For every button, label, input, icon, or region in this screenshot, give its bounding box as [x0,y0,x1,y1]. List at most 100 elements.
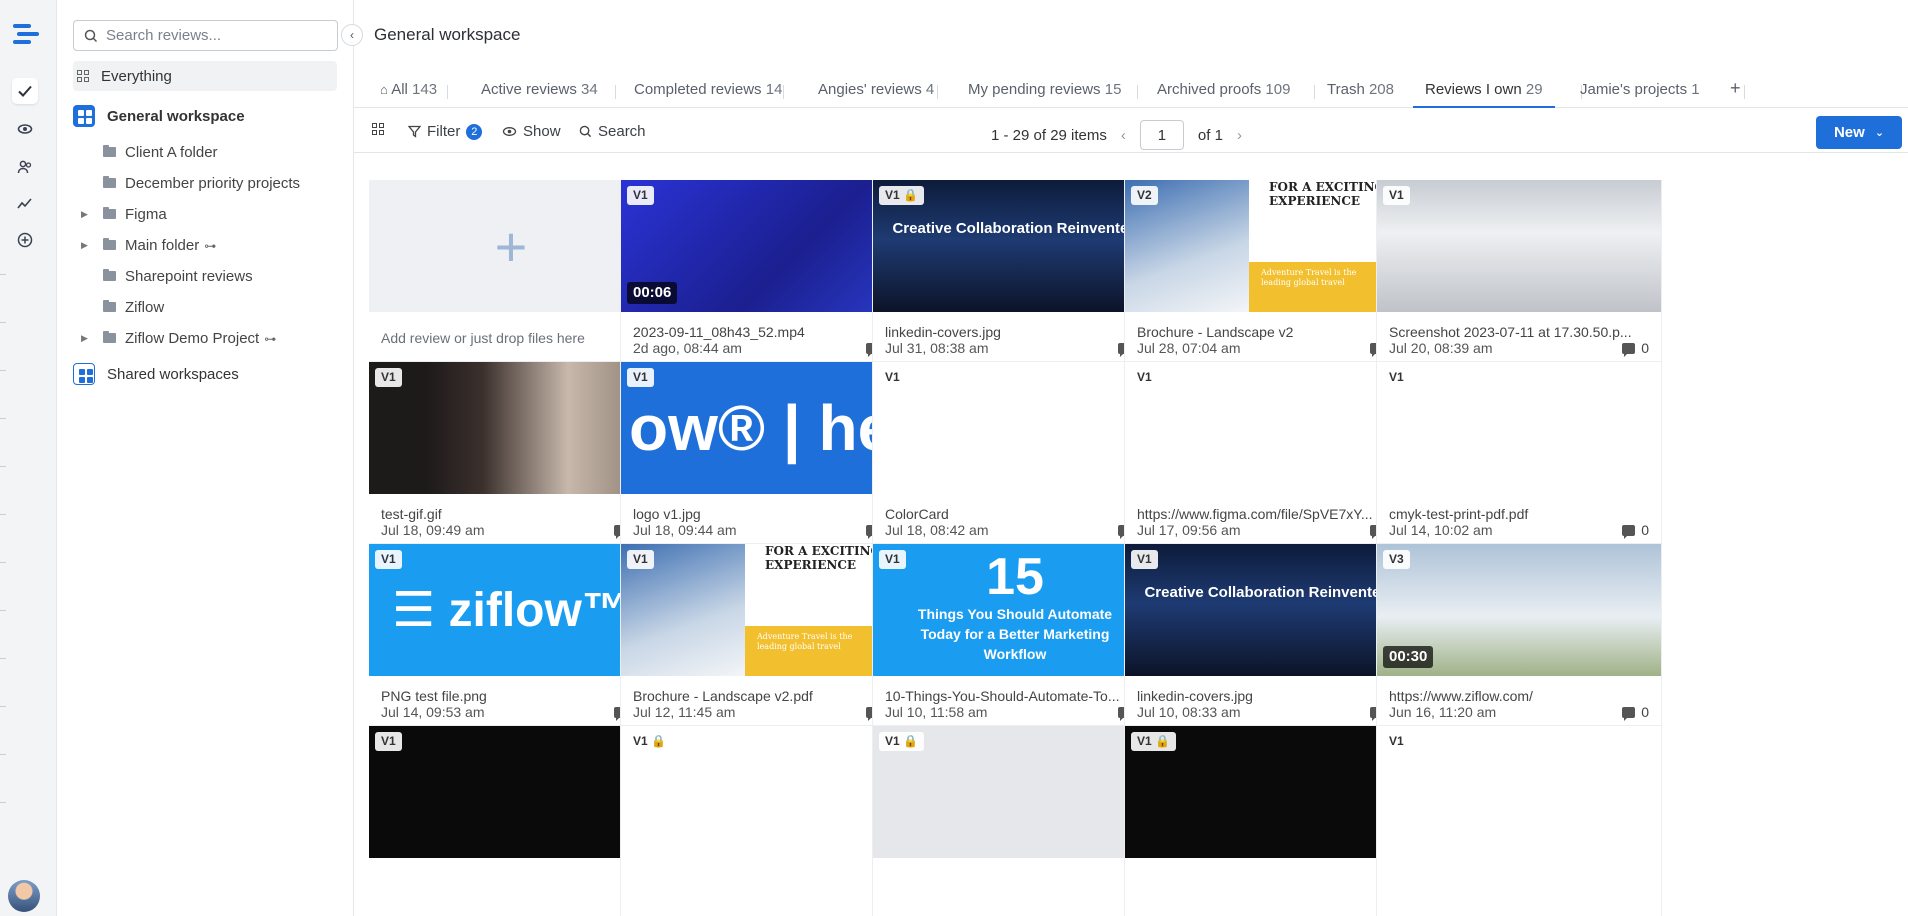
expand-caret-icon[interactable]: ▶ [81,333,88,344]
add-review-card[interactable]: + Add review or just drop files here [369,180,653,378]
folder-item[interactable]: Client A folder [57,140,354,164]
review-thumbnail[interactable]: FOR A EXCITING EXPERIENCE Adventure Trave… [621,544,905,676]
page-number-input[interactable] [1139,120,1184,150]
review-name[interactable]: linkedin-covers.jpg [885,324,1147,340]
review-thumbnail[interactable]: V1 [1377,362,1661,494]
review-thumbnail[interactable]: 15 Things You Should Automate Today for a… [873,544,1157,676]
review-thumbnail[interactable]: V1 [1377,180,1661,312]
tab-completed-reviews[interactable]: Completed reviews 14 [634,81,782,108]
review-name[interactable]: ColorCard [885,506,1147,522]
prev-page-icon[interactable]: ‹ [1121,127,1126,144]
workspace-icon [73,105,95,127]
expand-caret-icon[interactable]: ▶ [81,209,88,220]
review-thumbnail[interactable]: V1 [369,726,653,858]
next-page-icon[interactable]: › [1237,127,1242,144]
review-name[interactable]: 2023-09-11_08h43_52.mp4 [633,324,895,340]
review-thumbnail[interactable]: ☰ ziflow™ V1 [369,544,653,676]
review-name[interactable]: logo v1.jpg [633,506,895,522]
review-name[interactable]: PNG test file.png [381,688,643,704]
ziflow-logo-icon[interactable] [13,22,39,48]
tab-archived-proofs[interactable]: Archived proofs 109 [1157,81,1290,108]
review-name[interactable]: https://www.ziflow.com/ [1389,688,1651,704]
review-name[interactable]: linkedin-covers.jpg [1137,688,1399,704]
review-thumbnail[interactable]: Creative Collaboration Reinvented V1 [1125,544,1409,676]
reviews-check-icon[interactable] [12,78,38,104]
comment-count[interactable]: 0 [1622,522,1649,539]
review-name[interactable]: Screenshot 2023-07-11 at 17.30.50.p... [1389,324,1651,340]
review-card[interactable]: 15 Things You Should Automate Today for a… [873,544,1157,742]
review-thumbnail[interactable]: FOR A EXCITING EXPERIENCE Adventure Trave… [1125,180,1409,312]
new-button[interactable]: New ⌄ [1816,116,1902,149]
review-card[interactable]: V1 00:06 2023-09-11_08h43_52.mp4 2d ago, 08… [621,180,905,378]
eye-review-icon[interactable] [12,116,38,142]
review-thumbnail[interactable]: V1 🔒 [1125,726,1409,858]
people-icon[interactable] [12,154,38,180]
folder-item[interactable]: ▶ Main folder ⊶ [57,233,354,257]
review-card[interactable]: V1 [1377,726,1661,916]
review-card[interactable]: V1 🔒 [873,726,1157,916]
review-thumbnail[interactable]: Creative Collaboration Reinvented V1 🔒 [873,180,1157,312]
tab-angies-reviews[interactable]: Angies' reviews 4 [818,81,934,108]
review-thumbnail[interactable]: V1 00:06 [621,180,905,312]
review-card[interactable]: FOR A EXCITING EXPERIENCE Adventure Trave… [621,544,905,742]
review-card[interactable]: V1 Screenshot 2023-07-11 at 17.30.50.p...… [1377,180,1661,378]
review-card[interactable]: V3 00:30 https://www.ziflow.com/Jun 16, 11… [1377,544,1661,742]
folder-item[interactable]: December priority projects [57,171,354,195]
folder-item[interactable]: Sharepoint reviews [57,264,354,288]
tab-active-reviews[interactable]: Active reviews 34 [481,81,598,108]
folder-item[interactable]: Ziflow [57,295,354,319]
review-name[interactable]: cmyk-test-print-pdf.pdf [1389,506,1651,522]
tab-trash[interactable]: Trash 208 [1327,81,1394,108]
review-card[interactable]: V1 🔒 [621,726,905,916]
review-thumbnail[interactable]: V1 🔒 [621,726,905,858]
review-card[interactable]: V1 https://www.figma.com/file/SpVE7xY... J… [1125,362,1409,560]
sidebar-item-general-workspace[interactable]: General workspace [73,101,337,131]
rail-divider [0,514,6,515]
collapse-sidebar-button[interactable]: ‹ [341,24,363,46]
toolbar-search-button[interactable]: Search [579,123,646,140]
analytics-icon[interactable] [12,190,38,216]
sidebar-item-shared-workspaces[interactable]: Shared workspaces [73,359,337,389]
folder-item[interactable]: ▶ Ziflow Demo Project ⊶ [57,326,354,350]
tab-reviews-i-own[interactable]: Reviews I own 29 [1413,81,1555,108]
review-name[interactable]: Brochure - Landscape v2.pdf [633,688,895,704]
review-thumbnail[interactable]: V1 [1125,362,1409,494]
comment-count[interactable]: 0 [1622,704,1649,721]
review-name[interactable]: Brochure - Landscape v2 [1137,324,1399,340]
sidebar-item-everything[interactable]: Everything [73,61,337,91]
show-button[interactable]: Show [502,123,561,140]
filter-button[interactable]: Filter 2 [408,123,483,140]
review-thumbnail[interactable]: ow® | hel V1 [621,362,905,494]
tab-my-pending-reviews[interactable]: My pending reviews 15 [968,81,1121,108]
review-card[interactable]: V1 cmyk-test-print-pdf.pdf Jul 14, 10:02 a… [1377,362,1661,560]
add-circle-icon[interactable] [12,227,38,253]
user-avatar[interactable] [8,880,40,912]
review-card[interactable]: V1 🔒 [1125,726,1409,916]
sidebar-search[interactable] [73,20,338,51]
tab-all[interactable]: ⌂ All 143 [380,81,437,108]
tab-count: 4 [925,81,935,98]
review-card[interactable]: FOR A EXCITING EXPERIENCE Adventure Trave… [1125,180,1409,378]
review-name[interactable]: 10-Things-You-Should-Automate-To... [885,688,1147,704]
review-card[interactable]: ow® | helV1logo v1.jpgJul 18, 09:44 am0 [621,362,905,560]
review-thumbnail[interactable]: V1 [369,362,653,494]
review-card[interactable]: Creative Collaboration Reinvented V1 🔒 lin… [873,180,1157,378]
review-thumbnail[interactable]: V3 00:30 [1377,544,1661,676]
review-thumbnail[interactable]: V1 🔒 [873,726,1157,858]
review-card[interactable]: Creative Collaboration Reinvented V1 linke… [1125,544,1409,742]
review-card[interactable]: V1 [369,726,653,916]
review-card[interactable]: ☰ ziflow™ V1 PNG test file.png Jul 14, 09:5… [369,544,653,742]
review-thumbnail[interactable]: V1 [873,362,1157,494]
comment-count[interactable]: 0 [1622,340,1649,357]
tab-jamies-projects[interactable]: Jamie's projects 1 [1580,81,1700,108]
review-thumbnail[interactable]: V1 [1377,726,1661,858]
expand-caret-icon[interactable]: ▶ [81,240,88,251]
grid-view-button[interactable] [372,123,384,135]
folder-item[interactable]: ▶ Figma [57,202,354,226]
add-tab-button[interactable]: + [1730,78,1741,105]
review-card[interactable]: V1test-gif.gifJul 18, 09:49 am0 [369,362,653,560]
review-name[interactable]: test-gif.gif [381,506,643,522]
review-name[interactable]: https://www.figma.com/file/SpVE7xY... [1137,506,1399,522]
review-card[interactable]: V1ColorCardJul 18, 08:42 am0 [873,362,1157,560]
search-input[interactable] [106,27,316,44]
